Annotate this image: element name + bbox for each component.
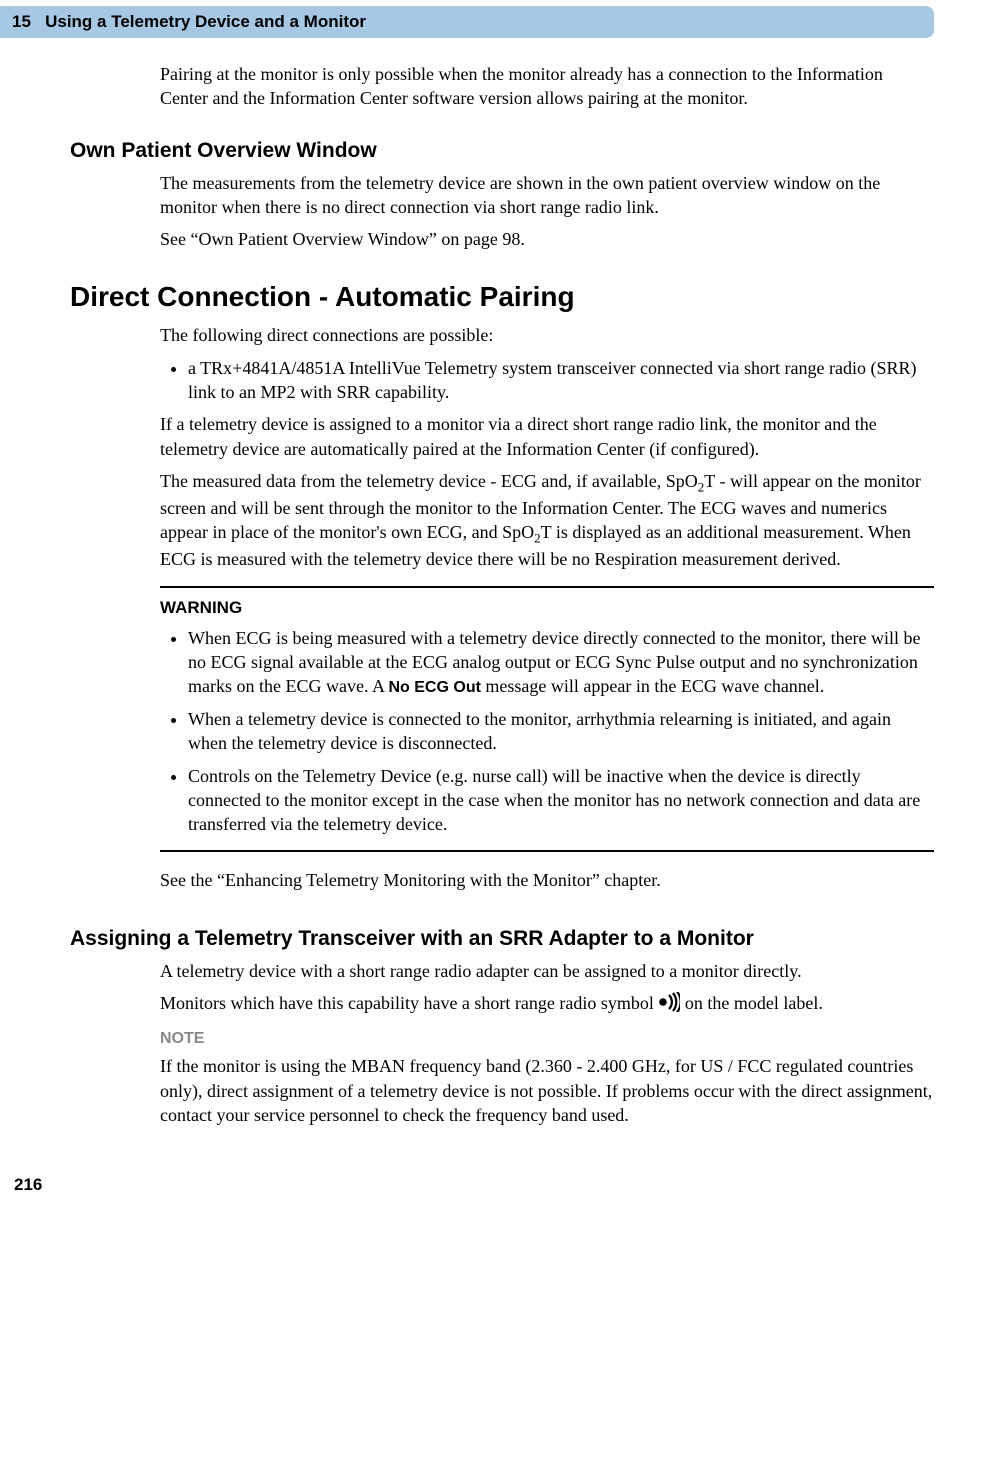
heading-own-patient-overview: Own Patient Overview Window <box>70 139 934 163</box>
chapter-title: Using a Telemetry Device and a Monitor <box>45 12 366 31</box>
short-range-radio-icon <box>658 992 680 1018</box>
assign-p1: A telemetry device with a short range ra… <box>160 959 934 983</box>
direct-bullet-1: a TRx+4841A/4851A IntelliVue Telemetry s… <box>188 356 934 405</box>
chapter-number: 15 <box>12 12 31 31</box>
note-body: If the monitor is using the MBAN frequen… <box>160 1054 934 1127</box>
direct-p3-a: The measured data from the telemetry dev… <box>160 471 698 491</box>
warning-label: WARNING <box>160 598 934 618</box>
page-number: 216 <box>0 1175 1004 1205</box>
heading-direct-connection: Direct Connection - Automatic Pairing <box>70 281 934 313</box>
intro-paragraph: Pairing at the monitor is only possible … <box>160 62 934 111</box>
assign-p2a: Monitors which have this capability have… <box>160 993 658 1013</box>
own-patient-p1: The measurements from the telemetry devi… <box>160 171 934 220</box>
warning-bullet-3: Controls on the Telemetry Device (e.g. n… <box>188 764 934 837</box>
direct-after-bullet: If a telemetry device is assigned to a m… <box>160 412 934 461</box>
warning-bullets: When ECG is being measured with a teleme… <box>160 626 934 837</box>
note-label: NOTE <box>160 1030 934 1048</box>
warning-bullet-2: When a telemetry device is connected to … <box>188 707 934 756</box>
warning-b1-b: message will appear in the ECG wave chan… <box>481 676 824 696</box>
assign-p2b: on the model label. <box>685 993 823 1013</box>
direct-measured-data: The measured data from the telemetry dev… <box>160 469 934 572</box>
warning-bullet-1: When ECG is being measured with a teleme… <box>188 626 934 699</box>
warning-rule-top <box>160 586 934 588</box>
assign-p2: Monitors which have this capability have… <box>160 991 934 1018</box>
chapter-header: 15 Using a Telemetry Device and a Monito… <box>0 6 934 38</box>
direct-bullets: a TRx+4841A/4851A IntelliVue Telemetry s… <box>160 356 934 405</box>
see-enhancing-chapter: See the “Enhancing Telemetry Monitoring … <box>160 868 934 892</box>
heading-assigning-srr: Assigning a Telemetry Transceiver with a… <box>70 927 934 951</box>
warning-rule-bottom <box>160 850 934 852</box>
page-content: Pairing at the monitor is only possible … <box>0 62 1004 1175</box>
no-ecg-out-message: No ECG Out <box>388 679 480 696</box>
own-patient-p2: See “Own Patient Overview Window” on pag… <box>160 227 934 251</box>
direct-lead: The following direct connections are pos… <box>160 323 934 347</box>
